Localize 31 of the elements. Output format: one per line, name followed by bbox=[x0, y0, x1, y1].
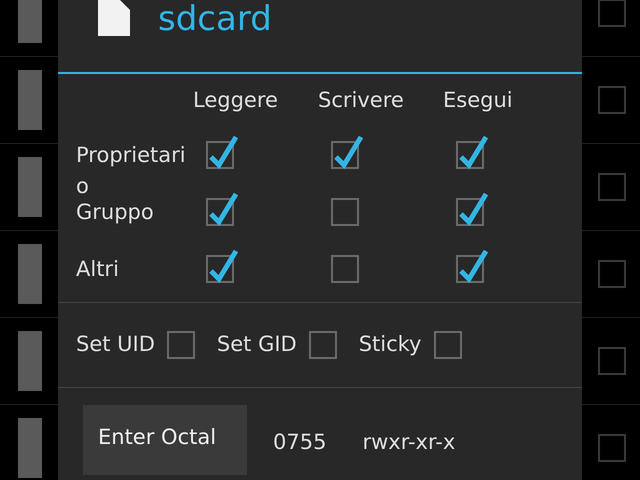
checkbox[interactable] bbox=[166, 331, 195, 359]
flag-label: Set UID bbox=[76, 331, 155, 358]
column-header: Esegui bbox=[443, 87, 514, 114]
file-icon bbox=[18, 244, 42, 304]
file-icon bbox=[18, 418, 42, 478]
flag-label: Sticky bbox=[358, 331, 422, 358]
file-icon bbox=[18, 70, 42, 130]
dialog-title: sdcard bbox=[158, 0, 272, 38]
symbolic-permissions: rwxr-xr-x bbox=[362, 429, 456, 456]
enter-octal-button[interactable]: Enter Octal bbox=[83, 405, 247, 475]
checkbox[interactable] bbox=[598, 434, 626, 462]
file-icon bbox=[98, 0, 130, 36]
checkbox[interactable] bbox=[598, 0, 626, 27]
checkbox[interactable] bbox=[434, 331, 462, 359]
file-icon bbox=[18, 331, 42, 391]
flag-label: Set GID bbox=[216, 331, 297, 358]
row-label: Proprietario bbox=[76, 142, 187, 200]
row-label: Altri bbox=[76, 256, 120, 283]
column-header: Leggere bbox=[193, 87, 279, 114]
checkbox[interactable] bbox=[598, 260, 626, 288]
checkbox[interactable] bbox=[331, 198, 359, 226]
checkbox[interactable] bbox=[598, 173, 626, 201]
checkbox[interactable] bbox=[308, 331, 337, 359]
octal-value: 0755 bbox=[273, 429, 326, 456]
checkbox[interactable] bbox=[598, 86, 626, 114]
column-header: Scrivere bbox=[318, 87, 405, 114]
file-icon bbox=[18, 0, 42, 43]
checkbox[interactable] bbox=[331, 254, 359, 282]
file-icon bbox=[18, 157, 42, 217]
row-label: Gruppo bbox=[76, 199, 155, 226]
checkbox[interactable] bbox=[598, 347, 626, 375]
